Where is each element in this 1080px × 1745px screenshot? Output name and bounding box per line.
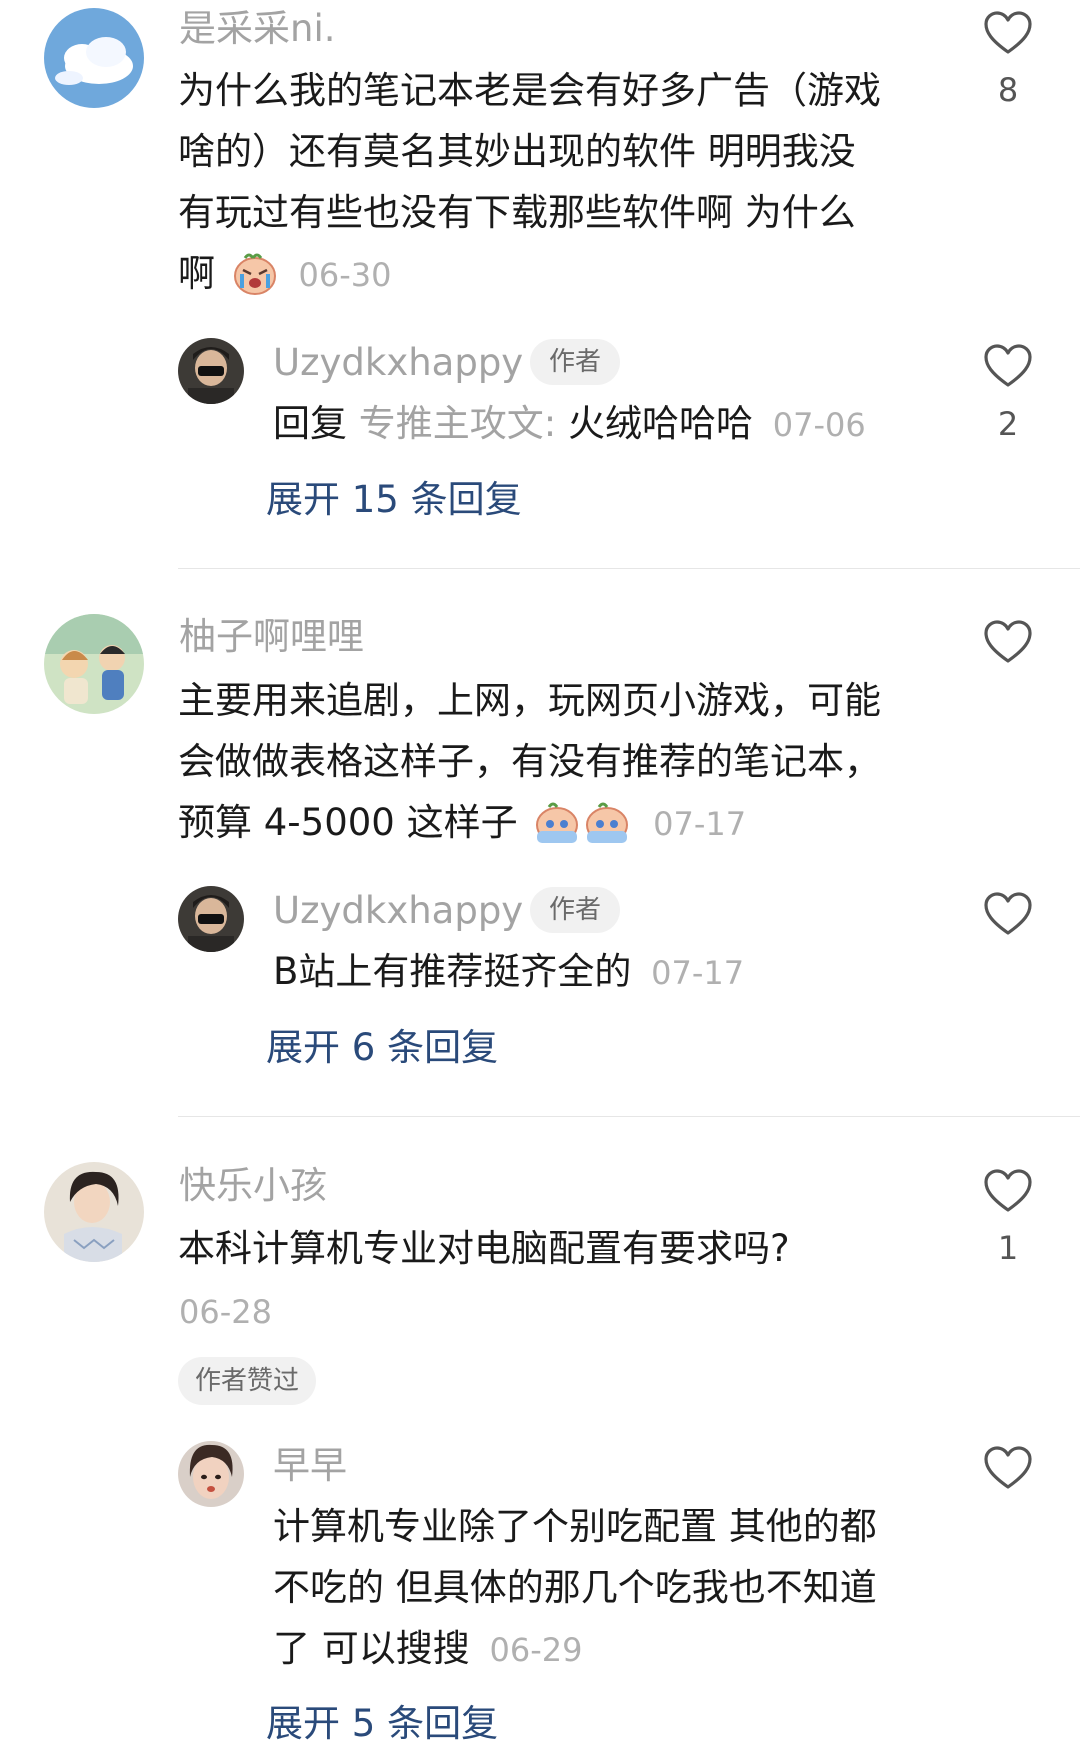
- avatar[interactable]: [178, 886, 244, 952]
- reply-username[interactable]: 早早: [273, 1447, 347, 1484]
- comment-date: 06-28: [179, 1293, 272, 1331]
- girl-avatar-image: [44, 1162, 144, 1262]
- reply-username[interactable]: Uzydkxhappy: [273, 344, 523, 381]
- avatar[interactable]: [44, 8, 144, 108]
- like-button[interactable]: [983, 891, 1033, 937]
- comment-username[interactable]: 快乐小孩: [179, 1167, 327, 1204]
- reply-text-line: 不吃的 但具体的那几个吃我也不知道: [273, 1566, 877, 1609]
- heart-icon: [984, 1169, 1032, 1212]
- comment-text-line: 有玩过有些也没有下载那些软件啊 为什么: [178, 191, 856, 234]
- like-button[interactable]: [983, 619, 1033, 665]
- reply-prefix: 回复: [273, 402, 347, 445]
- reply-body: 火绒哈哈哈: [568, 402, 753, 445]
- quoted-username[interactable]: 专推主攻文:: [359, 402, 556, 445]
- reply-username[interactable]: Uzydkxhappy: [273, 892, 523, 929]
- reply-text-line: 了 可以搜搜: [273, 1627, 470, 1670]
- comment-text-line: 主要用来追剧，上网，玩网页小游戏，可能: [178, 679, 881, 722]
- reply-text: B站上有推荐挺齐全的 07-17: [273, 941, 744, 1004]
- comment-text: 主要用来追剧，上网，玩网页小游戏，可能 会做做表格这样子，有没有推荐的笔记本， …: [178, 670, 881, 855]
- person-avatar-image: [178, 886, 244, 952]
- sky-clouds-avatar-image: [44, 8, 144, 108]
- reply-date: 06-29: [489, 1631, 583, 1669]
- comment-text-line: 为什么我的笔记本老是会有好多广告（游戏: [178, 69, 881, 112]
- girl-face-avatar-image: [178, 1441, 244, 1507]
- like-button[interactable]: [983, 343, 1033, 389]
- like-count: 1: [997, 1229, 1019, 1267]
- heart-icon: [984, 1446, 1032, 1489]
- reply-date: 07-06: [772, 406, 866, 444]
- reply-body: B站上有推荐挺齐全的: [273, 950, 632, 993]
- like-count: 8: [997, 71, 1019, 109]
- divider: [178, 568, 1080, 569]
- expand-replies-link[interactable]: 展开 5 条回复: [266, 1705, 498, 1742]
- expand-replies-link[interactable]: 展开 15 条回复: [266, 481, 522, 518]
- pleading-face-emoji-icon: [536, 802, 629, 843]
- avatar[interactable]: [44, 1162, 144, 1262]
- comment-text-line: 啥的）还有莫名其妙出现的软件 明明我没: [178, 130, 856, 173]
- comment-text: 为什么我的笔记本老是会有好多广告（游戏 啥的）还有莫名其妙出现的软件 明明我没 …: [178, 60, 881, 306]
- heart-icon: [984, 11, 1032, 54]
- heart-icon: [984, 620, 1032, 663]
- comment-date: 06-30: [298, 256, 392, 294]
- comment-text: 本科计算机专业对电脑配置有要求吗?: [178, 1218, 790, 1279]
- comment-date: 07-17: [653, 805, 747, 843]
- reply-date: 07-17: [651, 954, 745, 992]
- like-count: 2: [997, 405, 1019, 443]
- author-badge: 作者: [530, 887, 621, 933]
- illustration-avatar-image: [44, 614, 144, 714]
- reply-text: 回复 专推主攻文: 火绒哈哈哈 07-06: [273, 393, 866, 456]
- comment-text-line: 会做做表格这样子，有没有推荐的笔记本，: [178, 740, 881, 783]
- comment-username[interactable]: 柚子啊哩哩: [179, 618, 364, 655]
- comment-username[interactable]: 是采采ni.: [179, 10, 336, 47]
- comment-text-line: 预算 4-5000 这样子: [178, 801, 518, 844]
- like-button[interactable]: [983, 1168, 1033, 1214]
- comment-text-line: 本科计算机专业对电脑配置有要求吗?: [178, 1227, 790, 1270]
- avatar[interactable]: [44, 614, 144, 714]
- reply-text: 计算机专业除了个别吃配置 其他的都 不吃的 但具体的那几个吃我也不知道 了 可以…: [273, 1496, 877, 1681]
- author-liked-badge: 作者赞过: [178, 1357, 317, 1405]
- person-avatar-image: [178, 338, 244, 404]
- heart-icon: [984, 344, 1032, 387]
- divider: [178, 1116, 1080, 1117]
- expand-replies-link[interactable]: 展开 6 条回复: [266, 1029, 498, 1066]
- like-button[interactable]: [983, 1445, 1033, 1491]
- avatar[interactable]: [178, 338, 244, 404]
- crying-face-emoji-icon: [233, 253, 276, 295]
- author-badge: 作者: [530, 339, 621, 385]
- avatar[interactable]: [178, 1441, 244, 1507]
- comment-text-line: 啊: [178, 252, 215, 295]
- reply-text-line: 计算机专业除了个别吃配置 其他的都: [273, 1505, 877, 1548]
- like-button[interactable]: [983, 10, 1033, 56]
- heart-icon: [984, 892, 1032, 935]
